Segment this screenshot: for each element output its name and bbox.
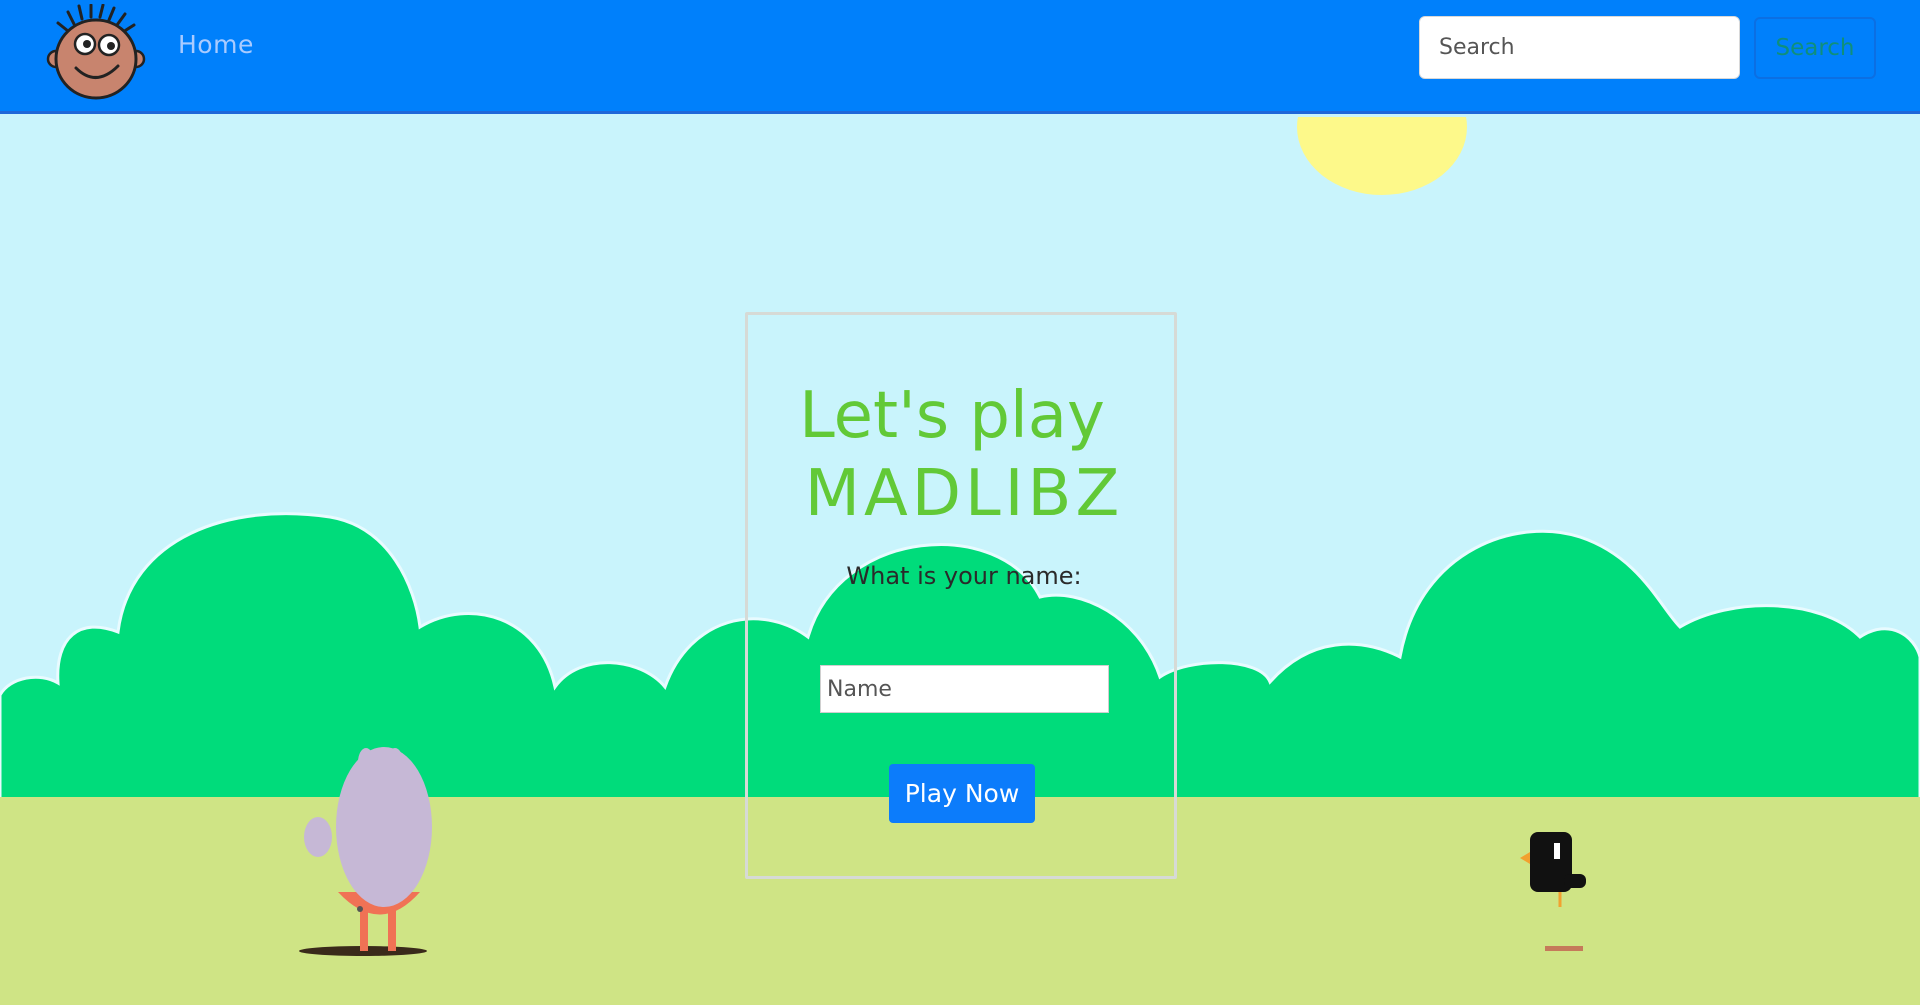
name-input[interactable] bbox=[820, 665, 1109, 713]
play-now-button[interactable]: Play Now bbox=[889, 764, 1035, 823]
navbar: Home Search bbox=[0, 0, 1920, 114]
madlibz-start-card: Let's play MADLIBZ What is your name: Pl… bbox=[745, 312, 1177, 879]
search-input[interactable] bbox=[1419, 16, 1740, 79]
title-line-2: MADLIBZ bbox=[804, 457, 1124, 531]
search-button[interactable]: Search bbox=[1754, 17, 1876, 79]
name-prompt-label: What is your name: bbox=[846, 562, 1082, 590]
cartoon-face-logo-icon[interactable] bbox=[46, 4, 146, 104]
page-title: Let's play MADLIBZ bbox=[748, 377, 1180, 533]
background-scene: Let's play MADLIBZ What is your name: Pl… bbox=[0, 117, 1920, 1005]
sun bbox=[1297, 117, 1467, 195]
nav-home-link[interactable]: Home bbox=[178, 30, 254, 59]
title-line-1: Let's play bbox=[799, 379, 1105, 453]
